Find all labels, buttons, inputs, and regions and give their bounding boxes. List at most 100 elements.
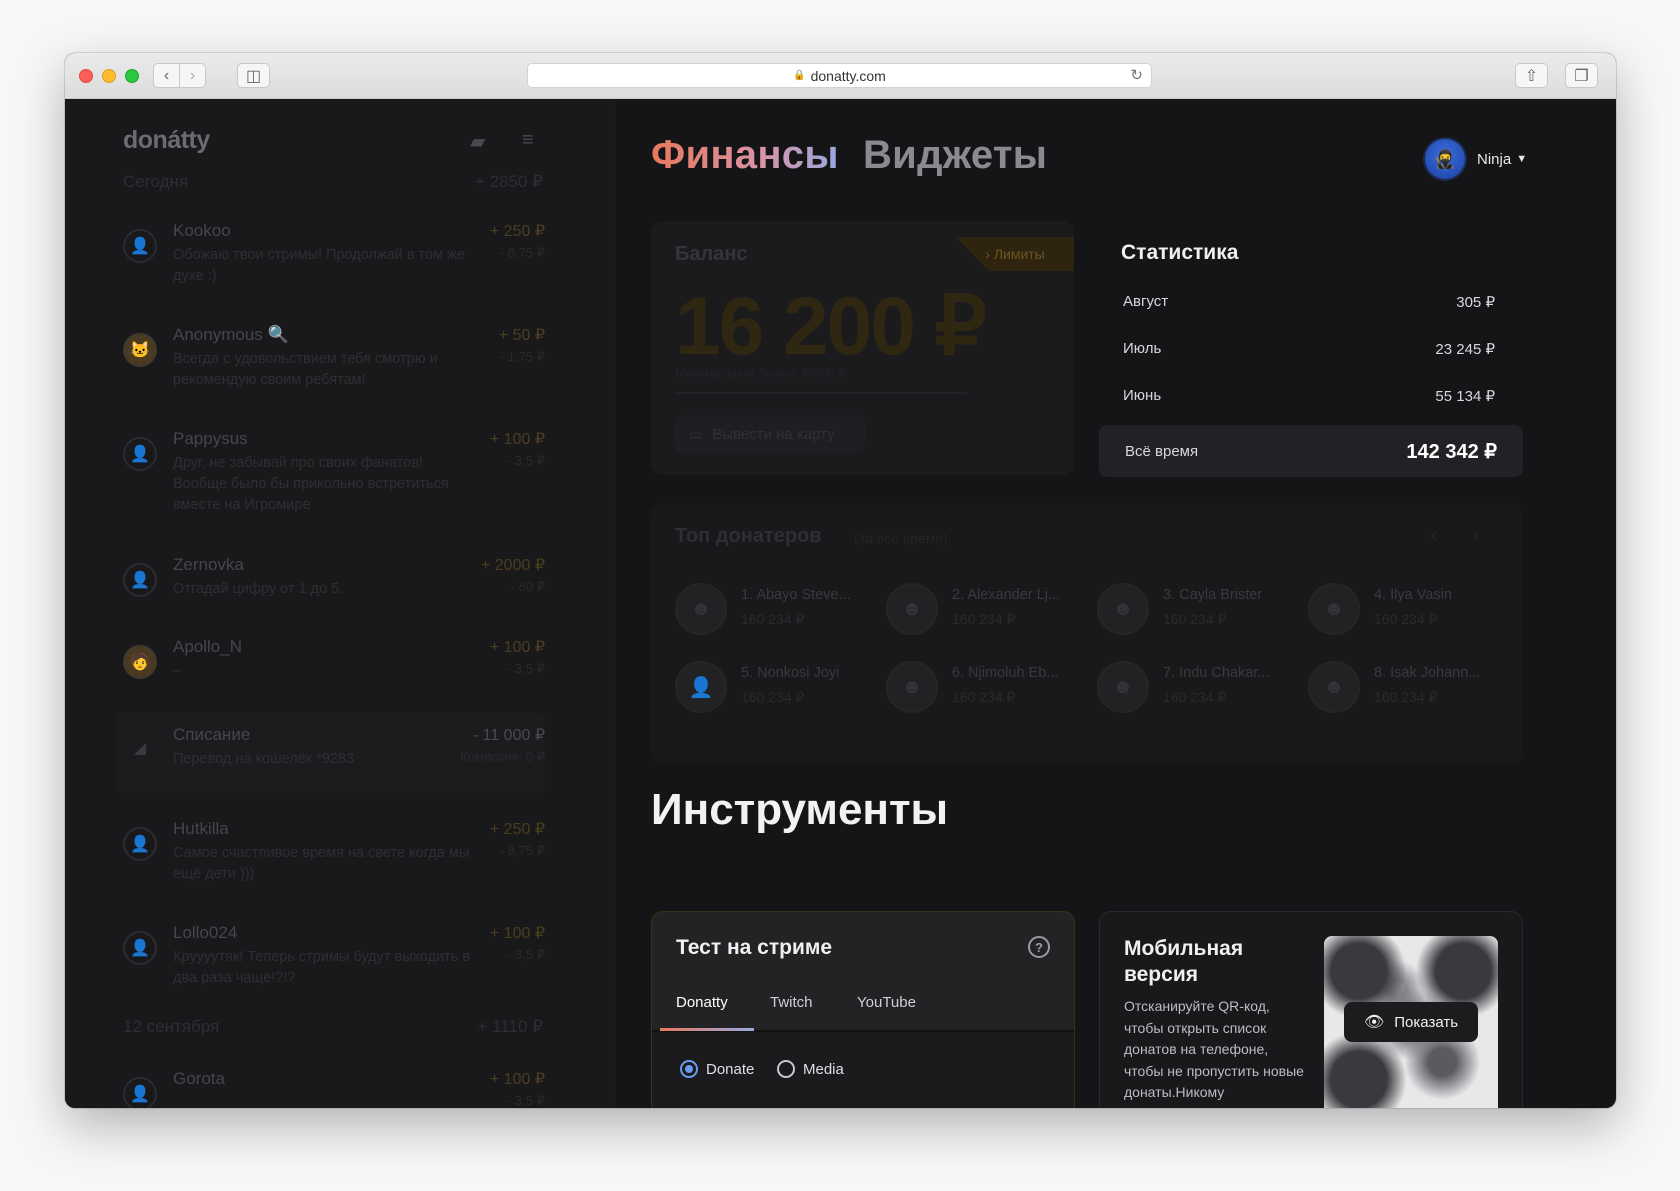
top-donor[interactable]: ☻ 3. Cayla Brister 160 234 ₽	[1097, 583, 1297, 637]
stat-row: Июль 23 245 ₽	[1123, 340, 1495, 364]
mobile-version-card: Мобильная версия Отсканируйте QR-код, чт…	[1099, 911, 1523, 1108]
tab-finance[interactable]: Финансы	[651, 133, 839, 178]
minimize-window-button[interactable]	[102, 69, 116, 83]
top-donor[interactable]: ☻ 1. Abayo Steve... 160 234 ₽	[675, 583, 875, 637]
donation-item[interactable]: 👤 Zernovka Отгадай цифру от 1 до 5. + 20…	[115, 555, 545, 615]
reload-icon[interactable]: ↻	[1130, 66, 1143, 84]
top-donor[interactable]: ☻ 6. Njimoluh Eb... 160 234 ₽	[886, 661, 1086, 715]
limits-label: Лимиты	[993, 246, 1045, 262]
avatar: ☻	[1097, 583, 1149, 635]
donation-item[interactable]: 🧑 Apollo_N – + 100 ₽ - 3,5 ₽	[115, 637, 545, 697]
maximize-window-button[interactable]	[125, 69, 139, 83]
donation-feed: donátty ▰ ≡ Сегодня + 2850 ₽ 👤 Kookoo Об…	[65, 99, 615, 1108]
donor-name: Zernovka	[173, 555, 244, 574]
donation-fee: - 3,5 ₽	[507, 947, 545, 962]
balance-amount: 16 200 ₽	[675, 281, 987, 372]
donor-sum: 160 234 ₽	[1163, 611, 1227, 627]
donation-message: Отгадай цифру от 1 до 5.	[173, 581, 344, 597]
mobile-version-description: Отсканируйте QR-код, чтобы открыть списо…	[1124, 998, 1304, 1100]
qr-code-blurred: 👁 Показать	[1324, 936, 1498, 1108]
donation-item[interactable]: 👤 Hutkilla Самое счастливое время на све…	[115, 819, 545, 899]
donation-item[interactable]: 👤 Gorota + 100 ₽ - 3,5 ₽	[115, 1069, 545, 1108]
radio-donate[interactable]: Donate	[680, 1060, 754, 1078]
balance-subtext: Минимальный баланс 40000 ₽	[675, 366, 846, 380]
help-icon[interactable]: ?	[1028, 936, 1050, 958]
tabs-overview-icon[interactable]: ❐	[1565, 63, 1598, 88]
donation-item[interactable]: 👤 Pappysus Друг, не забывай про своих фа…	[115, 429, 545, 529]
donor-name: 2. Alexander Lj...	[952, 587, 1061, 603]
logo[interactable]: donátty	[123, 126, 210, 155]
donor-sum: 160 234 ₽	[741, 611, 805, 627]
avatar: ☻	[1308, 661, 1360, 713]
tab-youtube[interactable]: YouTube	[857, 994, 916, 1011]
donor-name: 8. Isak Johann...	[1374, 665, 1481, 681]
donor-sum: 160 234 ₽	[1374, 611, 1438, 627]
avatar: ☻	[886, 583, 938, 635]
avatar: 🥷	[1423, 137, 1467, 181]
chevron-down-icon: ▼	[1516, 153, 1528, 165]
show-qr-button[interactable]: 👁 Показать	[1344, 1002, 1478, 1042]
balance-divider	[675, 392, 967, 394]
share-icon[interactable]: ⇧	[1515, 63, 1548, 88]
user-name: Ninja	[1477, 150, 1512, 168]
top-donor[interactable]: ☻ 8. Isak Johann... 160 234 ₽	[1308, 661, 1508, 715]
withdraw-button[interactable]: ▭ Вывести на карту	[675, 415, 865, 453]
donation-item[interactable]: 👤 Lollo024 Круууутяк! Теперь стримы буду…	[115, 923, 545, 1003]
day-header: 12 сентября + 1110 ₽	[123, 1017, 543, 1039]
back-arrow-icon[interactable]: ‹	[153, 63, 180, 88]
donor-name: 5. Nonkosi Joyi	[741, 665, 840, 681]
donation-message: Самое счастливое время на свете когда мы…	[173, 845, 470, 882]
tab-twitch[interactable]: Twitch	[770, 994, 813, 1011]
chevron-left-icon[interactable]: ‹	[1431, 525, 1437, 546]
withdrawal-amount: - 11 000 ₽	[472, 727, 545, 744]
top-donor[interactable]: ☻ 2. Alexander Lj... 160 234 ₽	[886, 583, 1086, 637]
donation-message: Обожаю твои стримы! Продолжай в том же д…	[173, 247, 465, 284]
stat-value: 55 134 ₽	[1435, 388, 1495, 405]
statistics-card: Статистика Август 305 ₽ Июль 23 245 ₽ Ию…	[1099, 221, 1523, 481]
day-sum: + 1110 ₽	[477, 1017, 544, 1036]
donation-fee: - 8,75 ₽	[499, 245, 545, 260]
donation-item[interactable]: 👤 Kookoo Обожаю твои стримы! Продолжай в…	[115, 221, 545, 301]
donation-amount: + 100 ₽	[489, 925, 545, 942]
donation-item[interactable]: 🐱 Anonymous 🔍 Всегда с удовольствием теб…	[115, 325, 545, 405]
stat-label: Август	[1123, 293, 1169, 310]
withdrawal-description: Перевод на кошелёк *9283	[173, 751, 355, 767]
tab-donatty[interactable]: Donatty	[676, 994, 728, 1011]
donation-amount: + 100 ₽	[489, 431, 545, 448]
avatar: ☻	[675, 583, 727, 635]
donor-name: 3. Cayla Brister	[1163, 587, 1263, 603]
stat-row: Июнь 55 134 ₽	[1123, 387, 1495, 411]
user-avatar-icon: 🐱	[123, 333, 157, 367]
sidebar-toggle-icon[interactable]: ◫	[237, 63, 270, 88]
user-avatar-icon: 🧑	[123, 645, 157, 679]
user-menu[interactable]: 🥷 Ninja ▼	[1423, 137, 1527, 181]
day-label: 12 сентября	[123, 1017, 220, 1036]
filter-icon[interactable]: ≡	[522, 129, 534, 152]
screen-icon[interactable]: ▰	[470, 129, 485, 154]
main-area: Финансы Виджеты 🥷 Ninja ▼ Баланс › Лимит…	[615, 99, 1616, 1108]
radio-media[interactable]: Media	[777, 1060, 844, 1078]
top-donor[interactable]: 👤 5. Nonkosi Joyi 160 234 ₽	[675, 661, 875, 715]
show-qr-label: Показать	[1394, 1013, 1459, 1031]
stat-row-all-time: Всё время 142 342 ₽	[1099, 425, 1523, 477]
day-label: Сегодня	[123, 172, 189, 191]
donor-name: Gorota	[173, 1069, 225, 1088]
limits-button[interactable]: › Лимиты	[956, 237, 1074, 271]
user-avatar-icon: 👤	[123, 931, 157, 965]
balance-card: Баланс › Лимиты 16 200 ₽ Минимальный бал…	[651, 221, 1074, 475]
top-donor[interactable]: ☻ 4. Ilya Vasin 160 234 ₽	[1308, 583, 1508, 637]
withdrawal-item[interactable]: ◢ Списание Перевод на кошелёк *9283 - 11…	[115, 713, 545, 793]
avatar: ☻	[886, 661, 938, 713]
close-window-button[interactable]	[79, 69, 93, 83]
top-donor[interactable]: ☻ 7. Indu Chakar... 160 234 ₽	[1097, 661, 1297, 715]
address-bar[interactable]: 🔒 donatty.com ↻	[527, 63, 1152, 88]
forward-arrow-icon[interactable]: ›	[179, 63, 206, 88]
stat-label: Июль	[1123, 340, 1162, 357]
chevron-right-icon[interactable]: ›	[1473, 525, 1479, 546]
user-avatar-icon: 👤	[123, 437, 157, 471]
tab-widgets[interactable]: Виджеты	[863, 133, 1047, 178]
stat-label: Июнь	[1123, 387, 1162, 404]
donation-amount: + 100 ₽	[489, 639, 545, 656]
donor-sum: 160 234 ₽	[952, 689, 1016, 705]
donor-name: Kookoo	[173, 221, 231, 240]
